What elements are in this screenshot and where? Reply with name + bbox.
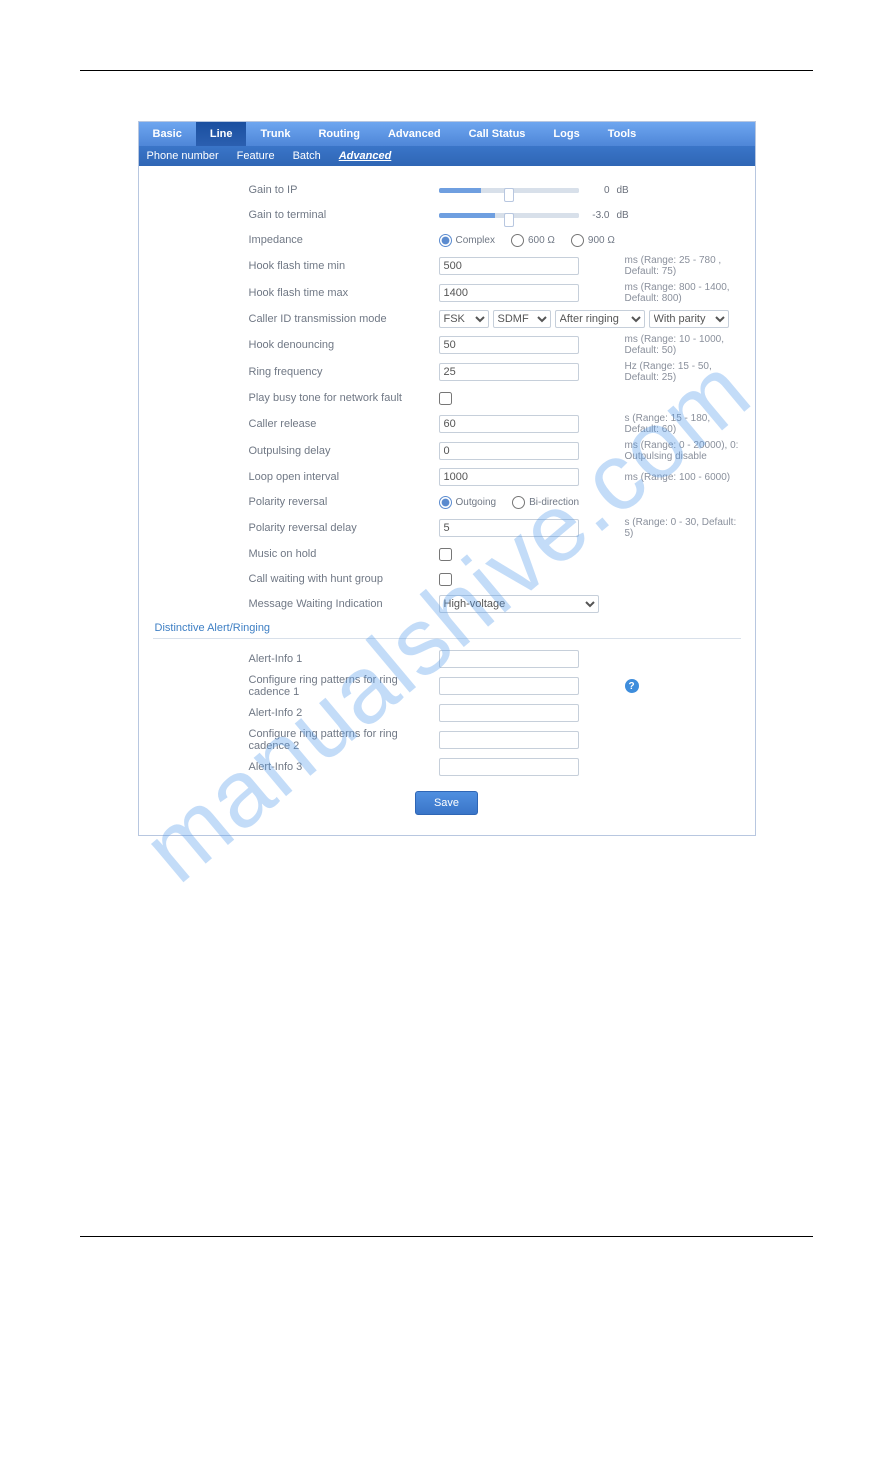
main-tabbar: Basic Line Trunk Routing Advanced Call S… <box>139 122 755 146</box>
radio-impedance-900[interactable] <box>571 234 584 247</box>
radio-label-600: 600 Ω <box>528 235 555 246</box>
label-loop-open: Loop open interval <box>149 471 439 483</box>
label-caller-release: Caller release <box>149 418 439 430</box>
input-alert-info-1[interactable] <box>439 650 579 668</box>
help-icon[interactable]: ? <box>625 679 639 693</box>
label-call-waiting-hg: Call waiting with hunt group <box>149 573 439 585</box>
top-rule <box>80 70 813 71</box>
section-divider <box>153 638 741 639</box>
slider-gain-to-ip[interactable] <box>439 188 579 193</box>
subtab-advanced[interactable]: Advanced <box>339 150 392 162</box>
value-gain-to-terminal: -3.0 <box>583 210 613 221</box>
label-hook-flash-min: Hook flash time min <box>149 260 439 272</box>
unit-gain-to-terminal: dB <box>617 210 629 221</box>
hint-outpulsing-delay: ms (Range: 0 - 20000), 0: Outpulsing dis… <box>619 440 745 462</box>
input-ring-freq[interactable] <box>439 363 579 381</box>
label-ring-cadence-1: Configure ring patterns for ring cadence… <box>149 674 439 698</box>
page-container: manualshive.com Basic Line Trunk Routing… <box>0 0 893 1457</box>
radio-impedance-complex[interactable] <box>439 234 452 247</box>
label-alert-info-1: Alert-Info 1 <box>149 653 439 665</box>
hint-loop-open: ms (Range: 100 - 6000) <box>619 472 745 483</box>
section-distinctive: Distinctive Alert/Ringing <box>155 622 745 634</box>
input-polarity-delay[interactable] <box>439 519 579 537</box>
input-loop-open[interactable] <box>439 468 579 486</box>
form-body: Gain to IP 0 dB Gain to terminal -3.0 dB… <box>139 166 755 835</box>
radio-label-outgoing: Outgoing <box>456 497 497 508</box>
checkbox-play-busy[interactable] <box>439 392 452 405</box>
hint-ring-freq: Hz (Range: 15 - 50, Default: 25) <box>619 361 745 383</box>
input-hook-flash-max[interactable] <box>439 284 579 302</box>
label-cid-mode: Caller ID transmission mode <box>149 313 439 325</box>
tab-basic[interactable]: Basic <box>139 122 196 146</box>
tab-advanced[interactable]: Advanced <box>374 122 455 146</box>
tab-line[interactable]: Line <box>196 122 247 146</box>
slider-gain-to-terminal[interactable] <box>439 213 579 218</box>
label-play-busy: Play busy tone for network fault <box>149 392 439 404</box>
sub-tabbar: Phone number Feature Batch Advanced <box>139 146 755 166</box>
tab-routing[interactable]: Routing <box>304 122 374 146</box>
select-cid-parity[interactable]: With parity <box>649 310 729 328</box>
select-cid-sdmf[interactable]: SDMF <box>493 310 551 328</box>
value-gain-to-ip: 0 <box>583 185 613 196</box>
label-gain-to-ip: Gain to IP <box>149 184 439 196</box>
input-hook-debouncing[interactable] <box>439 336 579 354</box>
hint-hook-debouncing: ms (Range: 10 - 1000, Default: 50) <box>619 334 745 356</box>
label-ring-freq: Ring frequency <box>149 366 439 378</box>
label-polarity-reversal: Polarity reversal <box>149 496 439 508</box>
tab-call-status[interactable]: Call Status <box>455 122 540 146</box>
input-alert-info-2[interactable] <box>439 704 579 722</box>
radio-label-bidirection: Bi-direction <box>529 497 579 508</box>
label-hook-flash-max: Hook flash time max <box>149 287 439 299</box>
label-impedance: Impedance <box>149 234 439 246</box>
checkbox-call-waiting-hg[interactable] <box>439 573 452 586</box>
label-outpulsing-delay: Outpulsing delay <box>149 445 439 457</box>
radio-polarity-bidirection[interactable] <box>512 496 525 509</box>
label-mwi: Message Waiting Indication <box>149 598 439 610</box>
unit-gain-to-ip: dB <box>617 185 629 196</box>
radio-label-900: 900 Ω <box>588 235 615 246</box>
subtab-feature[interactable]: Feature <box>237 150 275 162</box>
tab-trunk[interactable]: Trunk <box>246 122 304 146</box>
input-caller-release[interactable] <box>439 415 579 433</box>
radio-label-complex: Complex <box>456 235 495 246</box>
input-ring-cadence-2[interactable] <box>439 731 579 749</box>
input-alert-info-3[interactable] <box>439 758 579 776</box>
radio-polarity-outgoing[interactable] <box>439 496 452 509</box>
radio-impedance-600[interactable] <box>511 234 524 247</box>
select-cid-after-ringing[interactable]: After ringing <box>555 310 645 328</box>
app-panel: Basic Line Trunk Routing Advanced Call S… <box>138 121 756 836</box>
select-mwi[interactable]: High-voltage <box>439 595 599 613</box>
input-ring-cadence-1[interactable] <box>439 677 579 695</box>
label-alert-info-3: Alert-Info 3 <box>149 761 439 773</box>
subtab-phone-number[interactable]: Phone number <box>147 150 219 162</box>
label-gain-to-terminal: Gain to terminal <box>149 209 439 221</box>
label-polarity-delay: Polarity reversal delay <box>149 522 439 534</box>
bottom-rule <box>80 1236 813 1237</box>
save-button[interactable]: Save <box>415 791 478 815</box>
tab-logs[interactable]: Logs <box>539 122 593 146</box>
hint-hook-flash-max: ms (Range: 800 - 1400, Default: 800) <box>619 282 745 304</box>
select-cid-fsk[interactable]: FSK <box>439 310 489 328</box>
subtab-batch[interactable]: Batch <box>293 150 321 162</box>
label-alert-info-2: Alert-Info 2 <box>149 707 439 719</box>
checkbox-music-on-hold[interactable] <box>439 548 452 561</box>
hint-polarity-delay: s (Range: 0 - 30, Default: 5) <box>619 517 745 539</box>
hint-caller-release: s (Range: 15 - 180, Default: 60) <box>619 413 745 435</box>
tab-tools[interactable]: Tools <box>594 122 651 146</box>
label-ring-cadence-2: Configure ring patterns for ring cadence… <box>149 728 439 752</box>
input-outpulsing-delay[interactable] <box>439 442 579 460</box>
input-hook-flash-min[interactable] <box>439 257 579 275</box>
hint-hook-flash-min: ms (Range: 25 - 780 , Default: 75) <box>619 255 745 277</box>
label-music-on-hold: Music on hold <box>149 548 439 560</box>
label-hook-debouncing: Hook denouncing <box>149 339 439 351</box>
